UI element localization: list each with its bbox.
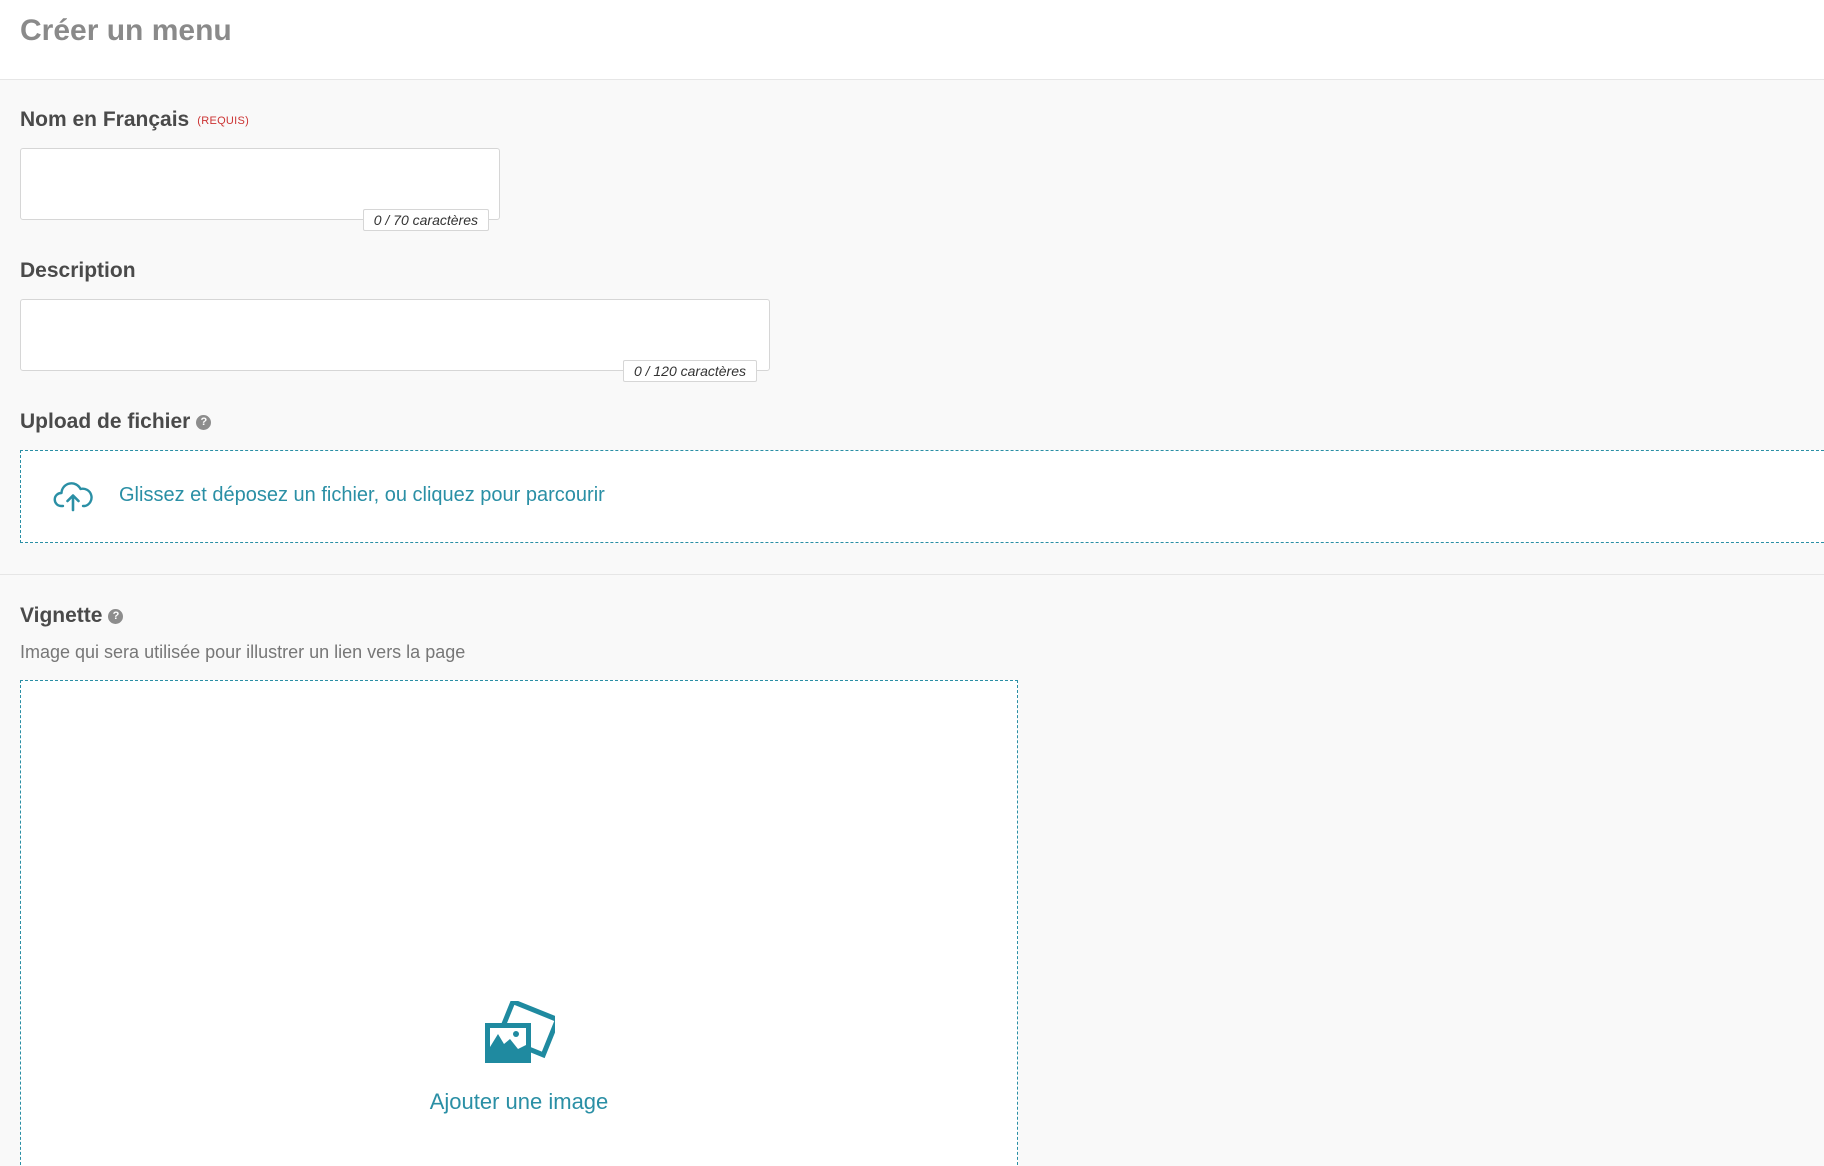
page-title: Créer un menu <box>20 14 232 47</box>
description-char-counter: 0 / 120 caractères <box>622 360 757 382</box>
add-image-button[interactable]: Ajouter une image <box>21 1089 1017 1115</box>
required-tag: (REQUIS) <box>197 115 250 127</box>
description-field[interactable]: 0 / 120 caractères <box>20 299 770 382</box>
section-divider <box>0 574 1824 575</box>
name-field-label: Nom en Français (REQUIS) <box>20 108 249 132</box>
question-circle-icon[interactable]: ? <box>196 415 212 430</box>
image-icon <box>483 998 561 1070</box>
page-header: Créer un menu <box>0 0 1824 80</box>
description-field-label: Description <box>20 259 136 283</box>
dropzone-text[interactable]: Glissez et déposez un fichier, ou clique… <box>119 484 605 507</box>
thumbnail-hint: Image qui sera utilisée pour illustrer u… <box>20 642 466 662</box>
description-label-text: Description <box>20 259 136 282</box>
create-menu-page: Créer un menu Nom en Français (REQUIS) 0 … <box>0 0 1824 1166</box>
cloud-upload-icon <box>53 479 93 518</box>
name-char-counter: 0 / 70 caractères <box>362 209 489 231</box>
file-upload-label: Upload de fichier? <box>20 410 212 434</box>
file-upload-dropzone[interactable]: Glissez et déposez un fichier, ou clique… <box>20 450 1824 543</box>
file-upload-label-text: Upload de fichier <box>20 410 191 433</box>
question-circle-icon[interactable]: ? <box>108 609 124 624</box>
thumbnail-label: Vignette? <box>20 604 124 628</box>
thumbnail-image-dropzone[interactable]: Ajouter une image <box>20 680 1018 1166</box>
thumbnail-label-text: Vignette <box>20 604 103 627</box>
name-field[interactable]: 0 / 70 caractères <box>20 148 500 231</box>
name-label-text: Nom en Français <box>20 108 190 131</box>
